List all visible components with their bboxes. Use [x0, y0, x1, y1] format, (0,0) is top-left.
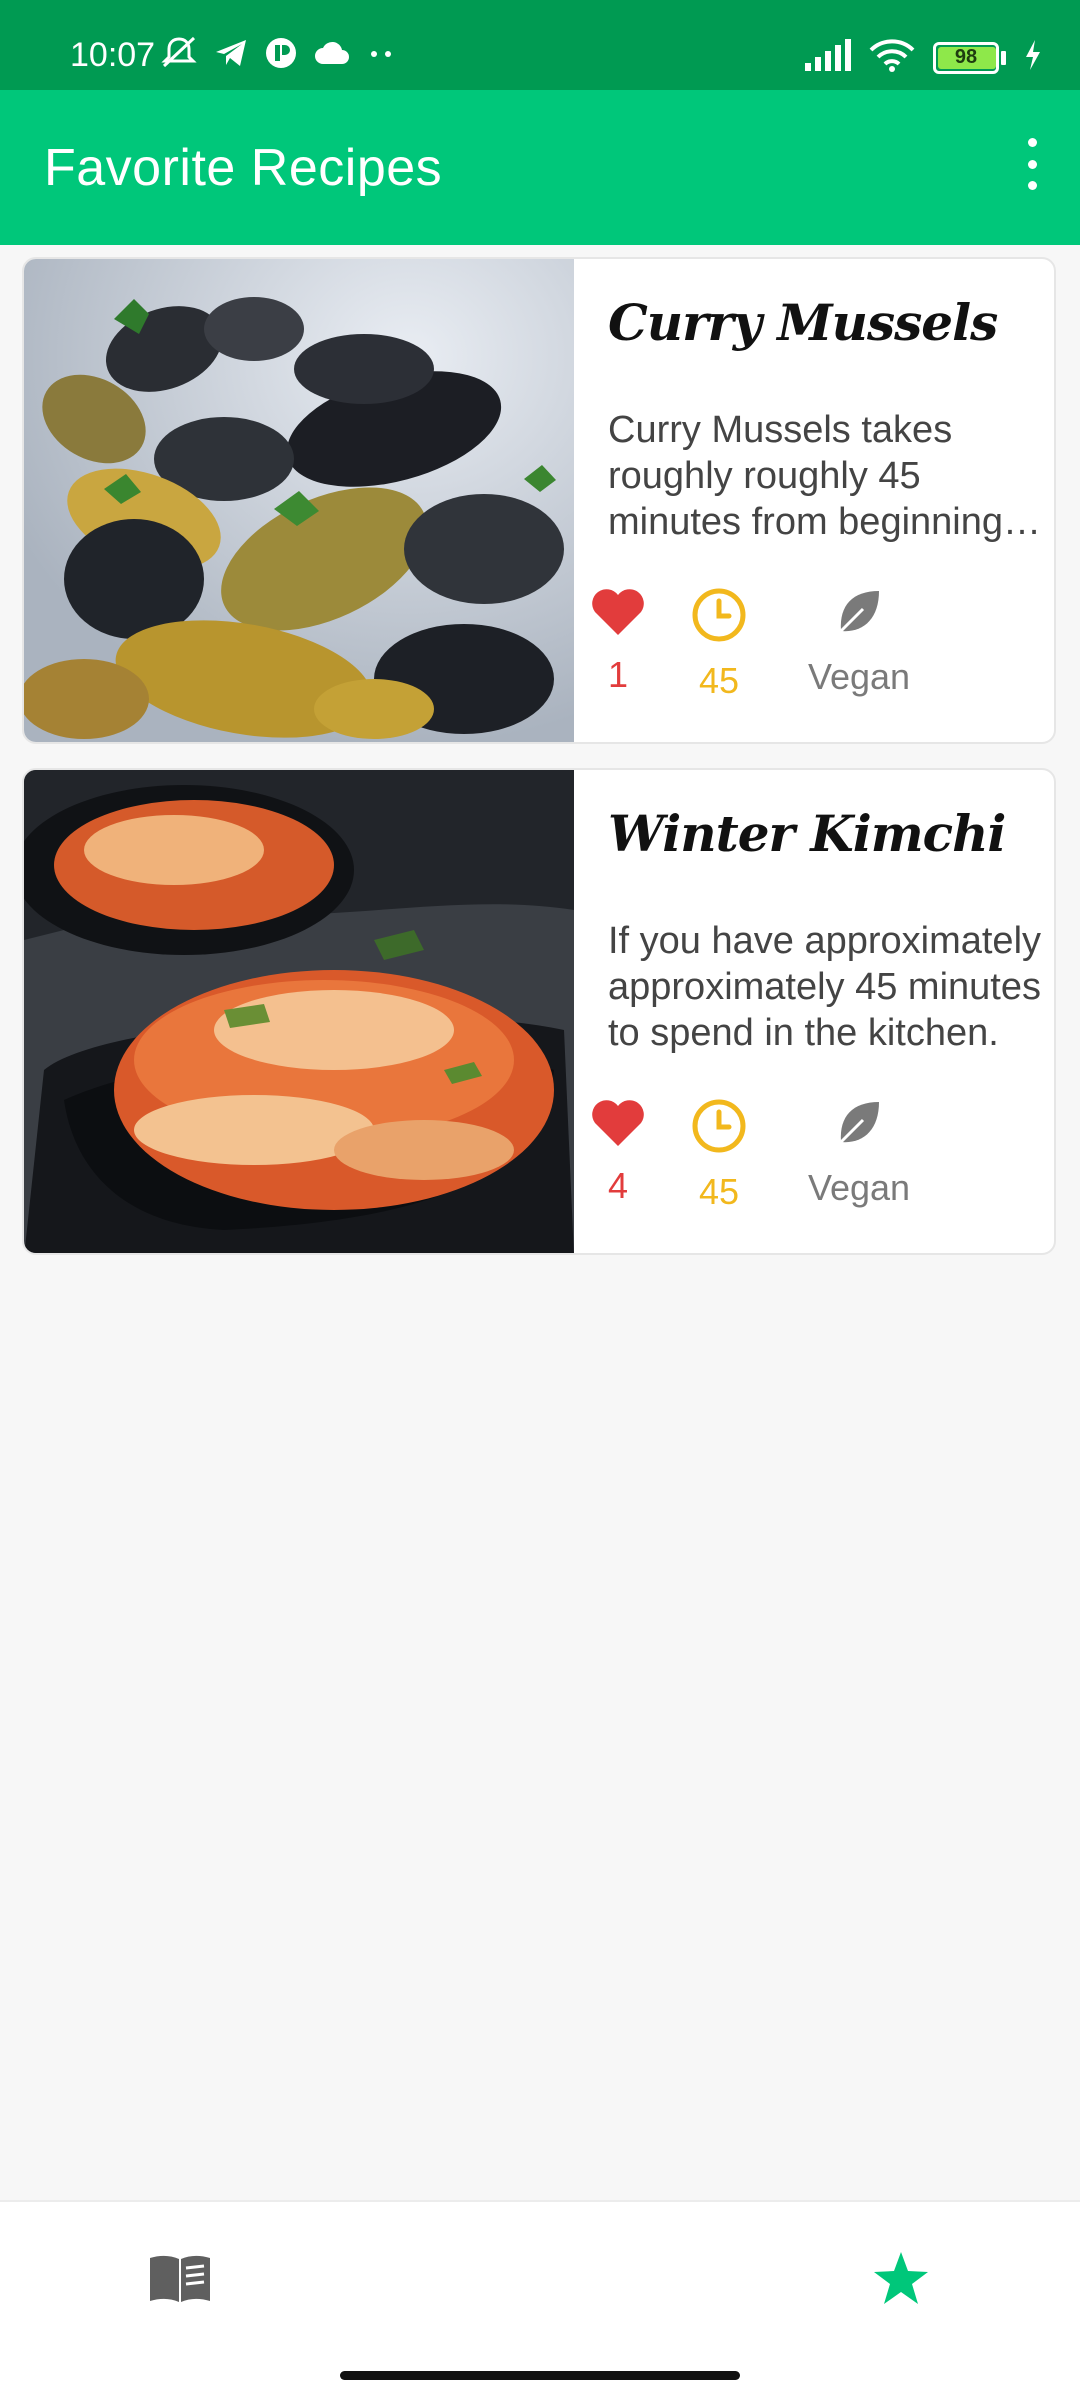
recipe-title: Curry Mussels — [608, 293, 998, 352]
battery-icon: 98 — [933, 41, 1006, 74]
star-icon[interactable] — [872, 2250, 930, 2311]
status-bar: 10:07 98 — [0, 0, 1080, 90]
status-right: 98 — [803, 38, 1042, 77]
bottom-nav — [0, 2200, 1080, 2400]
book-icon[interactable] — [148, 2254, 212, 2309]
recipe-info: Curry Mussels Curry Mussels takes roughl… — [574, 259, 1054, 742]
status-left-icons — [160, 36, 396, 75]
charging-icon — [1024, 40, 1042, 75]
recipe-card[interactable]: Winter Kimchi If you have approximately … — [22, 768, 1056, 1255]
vegan-stat: Vegan — [794, 1098, 924, 1209]
vegan-label: Vegan — [807, 1167, 911, 1208]
status-time: 10:07 — [70, 36, 156, 74]
recipe-description: If you have approximately approximately … — [608, 920, 1042, 1054]
heart-icon — [590, 587, 646, 642]
time-stat: 45 — [684, 1098, 754, 1213]
mute-alarm-icon — [160, 36, 198, 75]
recipe-title: Winter Kimchi — [608, 804, 1006, 863]
more-dots-icon — [366, 47, 396, 65]
minutes-value: 45 — [698, 660, 740, 701]
clock-icon — [691, 1098, 747, 1159]
likes-stat: 4 — [588, 1098, 648, 1207]
battery-level: 98 — [954, 46, 978, 68]
leaf-icon — [833, 1098, 885, 1155]
telegram-icon — [214, 38, 248, 73]
recipe-info: Winter Kimchi If you have approximately … — [574, 770, 1054, 1253]
likes-count: 4 — [607, 1165, 629, 1206]
likes-count: 1 — [607, 654, 629, 695]
app-bar: Favorite Recipes — [0, 90, 1080, 245]
clock-icon — [691, 587, 747, 648]
signal-icon — [803, 39, 851, 76]
recipe-card[interactable]: Curry Mussels Curry Mussels takes roughl… — [22, 257, 1056, 744]
vegan-label: Vegan — [807, 656, 911, 697]
page-title: Favorite Recipes — [44, 139, 443, 197]
app-icon — [264, 36, 298, 75]
recipe-image — [24, 259, 574, 742]
recipe-image — [24, 770, 574, 1253]
vegan-stat: Vegan — [794, 587, 924, 698]
minutes-value: 45 — [698, 1171, 740, 1212]
time-stat: 45 — [684, 587, 754, 702]
home-indicator[interactable] — [340, 2371, 740, 2380]
cloud-icon — [314, 40, 350, 71]
recipe-description: Curry Mussels takes roughly roughly 45 m… — [608, 409, 1046, 543]
more-vert-icon[interactable] — [1010, 134, 1054, 194]
leaf-icon — [833, 587, 885, 644]
wifi-icon — [869, 38, 915, 77]
likes-stat: 1 — [588, 587, 648, 696]
heart-icon — [590, 1098, 646, 1153]
